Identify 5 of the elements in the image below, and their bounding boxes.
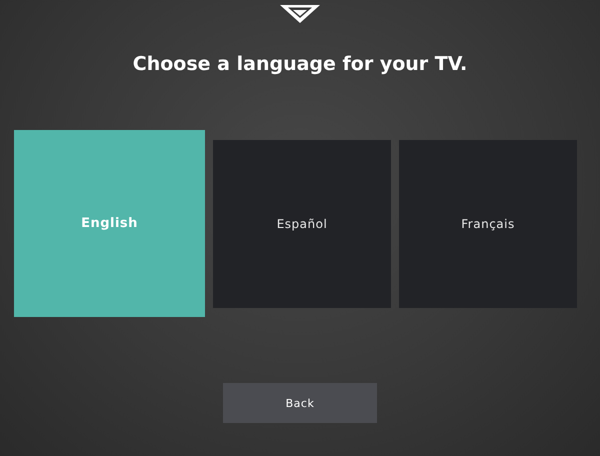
- language-tile[interactable]: Français: [399, 140, 577, 308]
- chevron-logo-icon: [280, 5, 320, 23]
- language-tile[interactable]: Español: [213, 140, 391, 308]
- back-button[interactable]: Back: [223, 383, 377, 423]
- screen-title: Choose a language for your TV.: [132, 52, 468, 76]
